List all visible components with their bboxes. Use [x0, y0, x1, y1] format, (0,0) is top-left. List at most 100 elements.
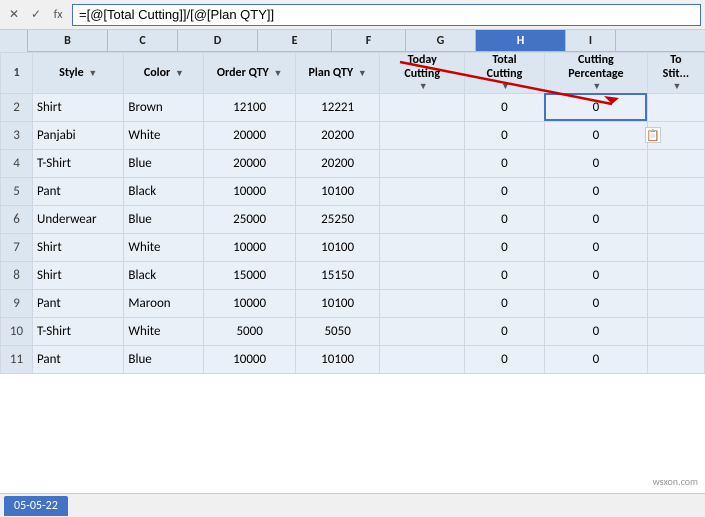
cell-6-3[interactable]: 15150	[295, 261, 380, 289]
cell-9-0[interactable]: Pant	[33, 345, 124, 373]
cell-1-4[interactable]	[380, 121, 465, 149]
cell-2-3[interactable]: 20200	[295, 149, 380, 177]
cell-2-6[interactable]: 0	[544, 149, 647, 177]
col-header-G[interactable]: G	[406, 30, 476, 51]
cell-0-4[interactable]	[380, 93, 465, 121]
cell-7-3[interactable]: 10100	[295, 289, 380, 317]
cell-0-1[interactable]: Brown	[124, 93, 204, 121]
col-header-label-5[interactable]: TotalCutting ▼	[464, 53, 544, 94]
cell-0-3[interactable]: 12221	[295, 93, 380, 121]
cell-7-6[interactable]: 0	[544, 289, 647, 317]
cell-3-2[interactable]: 10000	[204, 177, 295, 205]
cell-0-0[interactable]: Shirt	[33, 93, 124, 121]
cell-3-6[interactable]: 0	[544, 177, 647, 205]
col-header-label-7[interactable]: ToStit... ▼	[647, 53, 704, 94]
cell-3-3[interactable]: 10100	[295, 177, 380, 205]
col-header-label-6[interactable]: CuttingPercentage ▼	[544, 53, 647, 94]
cell-1-1[interactable]: White	[124, 121, 204, 149]
cell-4-5[interactable]: 0	[464, 205, 544, 233]
cell-7-4[interactable]	[380, 289, 465, 317]
cancel-button[interactable]: ✕	[4, 5, 24, 25]
col-header-label-1[interactable]: Color ▼	[124, 53, 204, 94]
cell-4-7[interactable]	[647, 205, 704, 233]
cell-2-4[interactable]	[380, 149, 465, 177]
cell-2-0[interactable]: T-Shirt	[33, 149, 124, 177]
cell-1-0[interactable]: Panjabi	[33, 121, 124, 149]
paste-options-icon[interactable]: 📋	[645, 127, 661, 143]
cell-9-6[interactable]: 0	[544, 345, 647, 373]
cell-6-1[interactable]: Black	[124, 261, 204, 289]
formula-input[interactable]	[72, 4, 701, 26]
cell-8-1[interactable]: White	[124, 317, 204, 345]
col-header-B[interactable]: B	[28, 30, 108, 51]
cell-0-2[interactable]: 12100	[204, 93, 295, 121]
cell-4-4[interactable]	[380, 205, 465, 233]
cell-6-7[interactable]	[647, 261, 704, 289]
cell-5-1[interactable]: White	[124, 233, 204, 261]
cell-2-2[interactable]: 20000	[204, 149, 295, 177]
cell-6-5[interactable]: 0	[464, 261, 544, 289]
cell-8-5[interactable]: 0	[464, 317, 544, 345]
cell-9-4[interactable]	[380, 345, 465, 373]
cell-1-5[interactable]: 0	[464, 121, 544, 149]
cell-0-5[interactable]: 0	[464, 93, 544, 121]
cell-4-0[interactable]: Underwear	[33, 205, 124, 233]
cell-6-6[interactable]: 0	[544, 261, 647, 289]
cell-3-5[interactable]: 0	[464, 177, 544, 205]
col-header-D[interactable]: D	[178, 30, 258, 51]
cell-0-7[interactable]	[647, 93, 704, 121]
cell-4-3[interactable]: 25250	[295, 205, 380, 233]
cell-8-7[interactable]	[647, 317, 704, 345]
col-header-E[interactable]: E	[258, 30, 332, 51]
col-header-label-4[interactable]: TodayCutting ▼	[380, 53, 465, 94]
col-header-label-3[interactable]: Plan QTY ▼	[295, 53, 380, 94]
cell-5-0[interactable]: Shirt	[33, 233, 124, 261]
cell-7-5[interactable]: 0	[464, 289, 544, 317]
cell-3-1[interactable]: Black	[124, 177, 204, 205]
cell-2-7[interactable]	[647, 149, 704, 177]
cell-7-1[interactable]: Maroon	[124, 289, 204, 317]
cell-0-6[interactable]: 0	[544, 93, 647, 121]
cell-1-2[interactable]: 20000	[204, 121, 295, 149]
col-header-I[interactable]: I	[566, 30, 616, 51]
cell-8-6[interactable]: 0	[544, 317, 647, 345]
cell-1-6[interactable]: 0📋	[544, 121, 647, 149]
cell-9-1[interactable]: Blue	[124, 345, 204, 373]
cell-5-4[interactable]	[380, 233, 465, 261]
col-header-label-2[interactable]: Order QTY ▼	[204, 53, 295, 94]
cell-5-6[interactable]: 0	[544, 233, 647, 261]
cell-6-4[interactable]	[380, 261, 465, 289]
col-header-label-0[interactable]: Style ▼	[33, 53, 124, 94]
cell-3-7[interactable]	[647, 177, 704, 205]
col-header-H[interactable]: H	[476, 30, 566, 51]
cell-4-2[interactable]: 25000	[204, 205, 295, 233]
cell-2-5[interactable]: 0	[464, 149, 544, 177]
cell-4-6[interactable]: 0	[544, 205, 647, 233]
cell-9-5[interactable]: 0	[464, 345, 544, 373]
cell-3-0[interactable]: Pant	[33, 177, 124, 205]
cell-2-1[interactable]: Blue	[124, 149, 204, 177]
cell-6-0[interactable]: Shirt	[33, 261, 124, 289]
cell-8-2[interactable]: 5000	[204, 317, 295, 345]
cell-1-3[interactable]: 20200	[295, 121, 380, 149]
cell-9-2[interactable]: 10000	[204, 345, 295, 373]
cell-3-4[interactable]	[380, 177, 465, 205]
col-header-F[interactable]: F	[332, 30, 406, 51]
sheet-tab[interactable]: 05-05-22	[4, 496, 68, 516]
cell-4-1[interactable]: Blue	[124, 205, 204, 233]
cell-5-7[interactable]	[647, 233, 704, 261]
cell-5-2[interactable]: 10000	[204, 233, 295, 261]
cell-5-3[interactable]: 10100	[295, 233, 380, 261]
confirm-button[interactable]: ✓	[26, 5, 46, 25]
cell-9-3[interactable]: 10100	[295, 345, 380, 373]
cell-7-0[interactable]: Pant	[33, 289, 124, 317]
cell-8-3[interactable]: 5050	[295, 317, 380, 345]
cell-9-7[interactable]	[647, 345, 704, 373]
cell-7-2[interactable]: 10000	[204, 289, 295, 317]
cell-7-7[interactable]	[647, 289, 704, 317]
cell-5-5[interactable]: 0	[464, 233, 544, 261]
col-header-C[interactable]: C	[108, 30, 178, 51]
cell-8-4[interactable]	[380, 317, 465, 345]
cell-6-2[interactable]: 15000	[204, 261, 295, 289]
cell-8-0[interactable]: T-Shirt	[33, 317, 124, 345]
